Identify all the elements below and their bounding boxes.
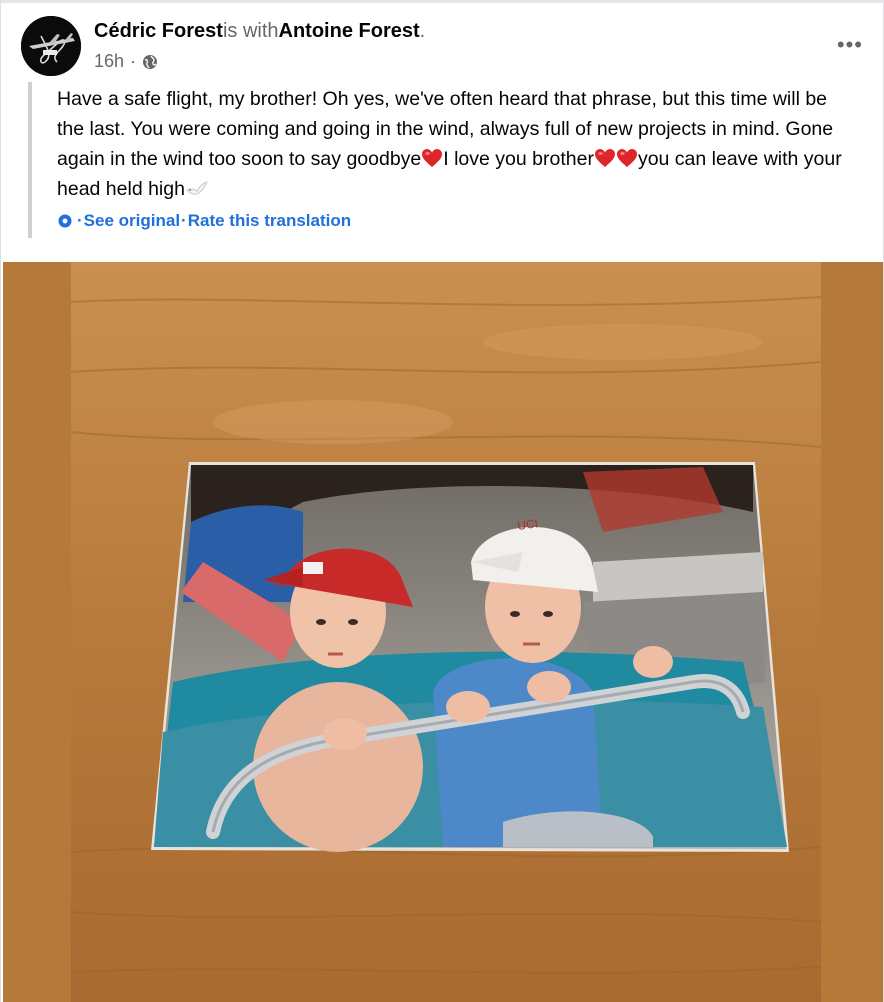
more-options-icon[interactable]: ••• [837,32,863,58]
post-time[interactable]: 16h [94,51,124,72]
heart-icon [616,147,638,167]
post-text: Have a safe flight, my brother! Oh yes, … [57,84,857,204]
author-line: Cédric Forestis withAntoine Forest. [94,20,425,43]
heart-icon [594,147,616,167]
author-name[interactable]: Cédric Forest [94,20,223,42]
see-original-link[interactable]: See original [84,211,180,231]
avatar[interactable] [21,16,81,76]
translation-separator: · [181,211,187,230]
translation-quote-bar [28,82,32,238]
tagged-suffix: . [419,20,426,42]
post-photo[interactable]: UCI [3,262,883,1002]
translation-links: · See original · Rate this translation [57,211,351,231]
post-text-part-2: I love you brother [443,148,594,170]
heart-icon [421,147,443,167]
dove-icon [185,177,209,197]
tagged-name[interactable]: Antoine Forest [279,20,420,42]
post-meta: 16h · [94,51,158,72]
translation-separator: · [77,211,83,230]
svg-text:UCI: UCI [516,516,538,533]
globe-icon [142,54,158,70]
gear-icon [57,213,73,229]
connector-text: is with [222,20,279,42]
post-card: Cédric Forestis withAntoine Forest. 16h … [0,0,884,1002]
meta-separator: · [130,51,137,71]
top-divider [1,0,884,3]
rate-translation-link[interactable]: Rate this translation [188,211,351,231]
post-header: Cédric Forestis withAntoine Forest. 16h … [21,14,871,78]
